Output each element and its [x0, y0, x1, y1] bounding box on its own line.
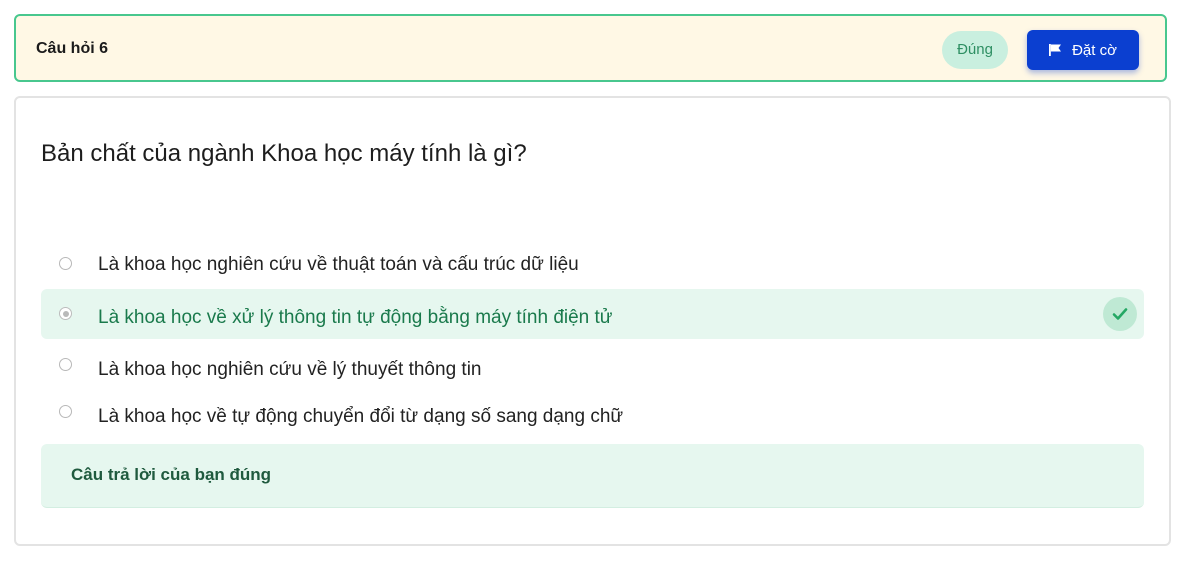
- answer-option-label: Là khoa học nghiên cứu về thuật toán và …: [98, 254, 579, 275]
- check-icon: [1103, 297, 1137, 331]
- flag-icon: [1049, 44, 1062, 56]
- answer-option-3[interactable]: Là khoa học nghiên cứu về lý thuyết thôn…: [41, 344, 1144, 394]
- flag-button-label: Đặt cờ: [1072, 41, 1117, 59]
- answer-option-label: Là khoa học về tự động chuyển đổi từ dạn…: [98, 406, 624, 427]
- feedback-text: Câu trả lời của bạn đúng: [71, 465, 272, 484]
- radio-button[interactable]: [59, 307, 72, 320]
- feedback-box: Câu trả lời của bạn đúng: [41, 444, 1144, 508]
- radio-button[interactable]: [59, 257, 72, 270]
- status-badge: Đúng: [942, 31, 1008, 69]
- answer-option-2[interactable]: Là khoa học về xử lý thông tin tự động b…: [41, 289, 1144, 339]
- answer-option-4[interactable]: Là khoa học về tự động chuyển đổi từ dạn…: [41, 391, 1144, 441]
- question-number: Câu hỏi 6: [36, 40, 109, 57]
- question-card: Bản chất của ngành Khoa học máy tính là …: [14, 96, 1171, 546]
- radio-button[interactable]: [59, 405, 72, 418]
- flag-button[interactable]: Đặt cờ: [1027, 30, 1139, 70]
- answer-option-label: Là khoa học về xử lý thông tin tự động b…: [98, 307, 613, 328]
- answer-option-1[interactable]: Là khoa học nghiên cứu về thuật toán và …: [41, 239, 1144, 289]
- question-text: Bản chất của ngành Khoa học máy tính là …: [41, 140, 527, 167]
- question-header: Câu hỏi 6 Đúng Đặt cờ: [14, 14, 1167, 82]
- radio-button[interactable]: [59, 358, 72, 371]
- answer-option-label: Là khoa học nghiên cứu về lý thuyết thôn…: [98, 359, 482, 380]
